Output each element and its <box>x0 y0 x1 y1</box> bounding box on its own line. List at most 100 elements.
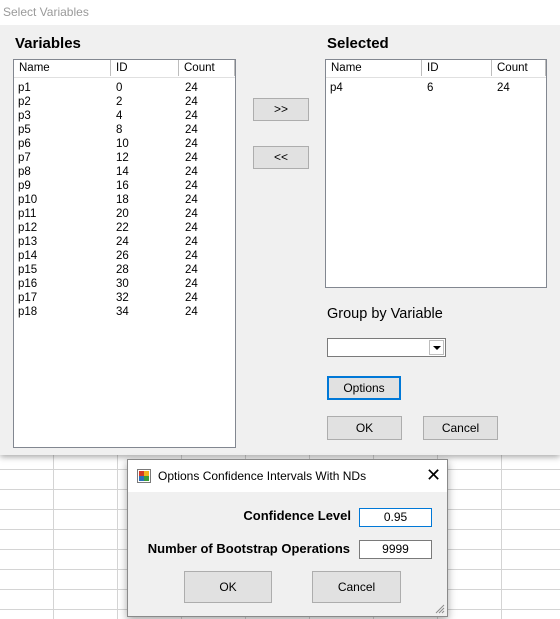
item-name: p11 <box>18 208 37 220</box>
item-id: 12 <box>116 152 129 164</box>
confidence-level-input[interactable]: 0.95 <box>359 508 432 527</box>
options-dialog-title: Options Confidence Intervals With NDs <box>158 469 367 483</box>
item-id: 28 <box>116 264 129 276</box>
item-id: 2 <box>116 96 123 108</box>
confidence-level-label: Confidence Level <box>243 508 351 523</box>
variables-list[interactable]: Name ID Count p1 0 24 p2 2 24 p3 4 24 p5 8 24 p6 10 24… <box>13 59 236 448</box>
column-header-count[interactable]: Count <box>492 60 546 76</box>
options-dialog-titlebar: Options Confidence Intervals With NDs ✕ <box>128 460 447 492</box>
item-count: 24 <box>185 278 198 290</box>
item-name: p1 <box>18 82 31 94</box>
list-item[interactable]: p5 8 24 <box>14 123 235 137</box>
dialog-titlebar: Select Variables <box>0 0 560 25</box>
list-item[interactable]: p12 22 24 <box>14 221 235 235</box>
item-name: p18 <box>18 306 38 318</box>
item-count: 24 <box>185 222 198 234</box>
item-name: p8 <box>18 166 31 178</box>
list-item[interactable]: p4 6 24 <box>326 81 546 95</box>
add-variable-button[interactable]: >> <box>253 98 309 121</box>
group-by-label: Group by Variable <box>327 306 443 322</box>
options-ok-button[interactable]: OK <box>184 571 272 603</box>
item-name: p10 <box>18 194 38 206</box>
variables-list-header: Name ID Count <box>14 60 235 78</box>
item-name: p3 <box>18 110 31 122</box>
options-cancel-button[interactable]: Cancel <box>312 571 401 603</box>
item-name: p17 <box>18 292 38 304</box>
item-count: 24 <box>185 250 198 262</box>
item-count: 24 <box>185 138 198 150</box>
item-id: 22 <box>116 222 129 234</box>
item-name: p7 <box>18 152 31 164</box>
cancel-button[interactable]: Cancel <box>423 416 498 440</box>
item-count: 24 <box>185 110 198 122</box>
chevron-down-icon[interactable] <box>429 340 444 355</box>
item-id: 24 <box>116 236 129 248</box>
item-name: p15 <box>18 264 38 276</box>
item-count: 24 <box>185 292 198 304</box>
options-button[interactable]: Options <box>327 376 401 400</box>
column-header-name[interactable]: Name <box>14 60 111 76</box>
item-name: p5 <box>18 124 31 136</box>
list-item[interactable]: p16 30 24 <box>14 277 235 291</box>
list-item[interactable]: p18 34 24 <box>14 305 235 319</box>
list-item[interactable]: p2 2 24 <box>14 95 235 109</box>
item-id: 14 <box>116 166 129 178</box>
item-name: p6 <box>18 138 31 150</box>
item-count: 24 <box>185 264 198 276</box>
item-name: p13 <box>18 236 38 248</box>
list-item[interactable]: p13 24 24 <box>14 235 235 249</box>
list-item[interactable]: p17 32 24 <box>14 291 235 305</box>
group-by-select[interactable] <box>327 338 446 357</box>
ok-button[interactable]: OK <box>327 416 402 440</box>
item-count: 24 <box>185 124 198 136</box>
variables-list-body: p1 0 24 p2 2 24 p3 4 24 p5 8 24 p6 10 24 p7 12 24 p8 14 24 p9… <box>14 81 235 319</box>
list-item[interactable]: p9 16 24 <box>14 179 235 193</box>
item-id: 8 <box>116 124 123 136</box>
item-id: 20 <box>116 208 129 220</box>
item-id: 34 <box>116 306 129 318</box>
item-id: 6 <box>427 82 434 94</box>
remove-variable-button[interactable]: << <box>253 146 309 169</box>
item-id: 30 <box>116 278 129 290</box>
item-count: 24 <box>185 96 198 108</box>
column-header-count[interactable]: Count <box>179 60 235 76</box>
item-id: 4 <box>116 110 123 122</box>
list-item[interactable]: p7 12 24 <box>14 151 235 165</box>
selected-list[interactable]: Name ID Count p4 6 24 <box>325 59 547 288</box>
item-id: 10 <box>116 138 129 150</box>
list-item[interactable]: p15 28 24 <box>14 263 235 277</box>
item-id: 26 <box>116 250 129 262</box>
item-id: 18 <box>116 194 129 206</box>
column-header-id[interactable]: ID <box>111 60 179 76</box>
selected-list-body: p4 6 24 <box>326 81 546 95</box>
item-count: 24 <box>185 166 198 178</box>
bootstrap-operations-label: Number of Bootstrap Operations <box>147 541 350 556</box>
selected-list-header: Name ID Count <box>326 60 546 78</box>
item-count: 24 <box>185 236 198 248</box>
close-icon[interactable]: ✕ <box>426 465 441 485</box>
item-count: 24 <box>185 306 198 318</box>
resize-grip-icon[interactable] <box>434 603 445 614</box>
item-count: 24 <box>497 82 510 94</box>
column-header-id[interactable]: ID <box>422 60 492 76</box>
list-item[interactable]: p10 18 24 <box>14 193 235 207</box>
item-name: p9 <box>18 180 31 192</box>
list-item[interactable]: p8 14 24 <box>14 165 235 179</box>
bootstrap-operations-input[interactable]: 9999 <box>359 540 432 559</box>
list-item[interactable]: p1 0 24 <box>14 81 235 95</box>
item-count: 24 <box>185 194 198 206</box>
item-count: 24 <box>185 152 198 164</box>
item-id: 16 <box>116 180 129 192</box>
dialog-title: Select Variables <box>3 5 89 19</box>
item-id: 0 <box>116 82 123 94</box>
item-name: p14 <box>18 250 38 262</box>
list-item[interactable]: p3 4 24 <box>14 109 235 123</box>
list-item[interactable]: p6 10 24 <box>14 137 235 151</box>
variables-heading: Variables <box>15 35 81 52</box>
options-dialog: Options Confidence Intervals With NDs ✕ … <box>127 459 448 617</box>
list-item[interactable]: p14 26 24 <box>14 249 235 263</box>
list-item[interactable]: p11 20 24 <box>14 207 235 221</box>
column-header-name[interactable]: Name <box>326 60 422 76</box>
select-variables-dialog: Select Variables Variables Selected Name… <box>0 0 560 455</box>
item-count: 24 <box>185 208 198 220</box>
